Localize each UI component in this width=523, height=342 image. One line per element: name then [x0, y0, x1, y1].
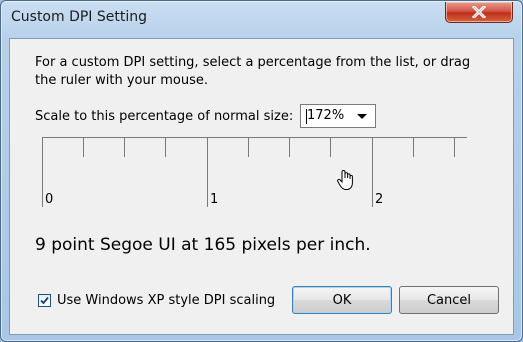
xp-dpi-scaling-option[interactable]: Use Windows XP style DPI scaling [38, 293, 275, 308]
ruler-label-0: 0 [45, 192, 54, 207]
ruler-minor-tick [83, 137, 84, 157]
xp-dpi-scaling-label[interactable]: Use Windows XP style DPI scaling [57, 293, 275, 308]
scale-percentage-value: 172% [307, 108, 345, 123]
hand-cursor-icon [336, 169, 356, 195]
xp-dpi-scaling-checkbox[interactable] [38, 294, 51, 307]
scale-label: Scale to this percentage of normal size: [35, 109, 294, 124]
ruler-minor-tick [248, 137, 249, 157]
ruler-minor-tick [124, 137, 125, 157]
ruler-minor-tick [289, 137, 290, 157]
close-button[interactable] [445, 2, 513, 23]
close-icon [446, 2, 512, 22]
font-sample-text: 9 point Segoe UI at 165 pixels per inch. [35, 235, 371, 255]
window-title: Custom DPI Setting [11, 9, 148, 25]
scale-percentage-dropdown[interactable]: 172% [300, 104, 376, 128]
dpi-ruler[interactable]: 0 1 2 [42, 137, 467, 209]
ruler-major-tick [42, 137, 43, 207]
ruler-minor-tick [330, 137, 331, 157]
ok-button[interactable]: OK [292, 286, 392, 314]
cancel-button[interactable]: Cancel [399, 286, 499, 314]
ruler-minor-tick [165, 137, 166, 157]
dialog-window: Custom DPI Setting For a custom DPI sett… [0, 0, 523, 342]
ruler-top-line [42, 137, 467, 138]
ruler-major-tick [207, 137, 208, 207]
ruler-label-1: 1 [210, 192, 219, 207]
title-bar[interactable]: Custom DPI Setting [1, 1, 522, 37]
ruler-minor-tick [413, 137, 414, 157]
dropdown-arrow-icon[interactable] [357, 114, 367, 119]
dialog-content: For a custom DPI setting, select a perce… [9, 38, 514, 335]
ruler-minor-tick [454, 137, 455, 157]
checkmark-icon [40, 296, 49, 305]
instructions-text: For a custom DPI setting, select a perce… [35, 55, 471, 88]
ruler-label-2: 2 [375, 192, 384, 207]
ruler-major-tick [372, 137, 373, 207]
